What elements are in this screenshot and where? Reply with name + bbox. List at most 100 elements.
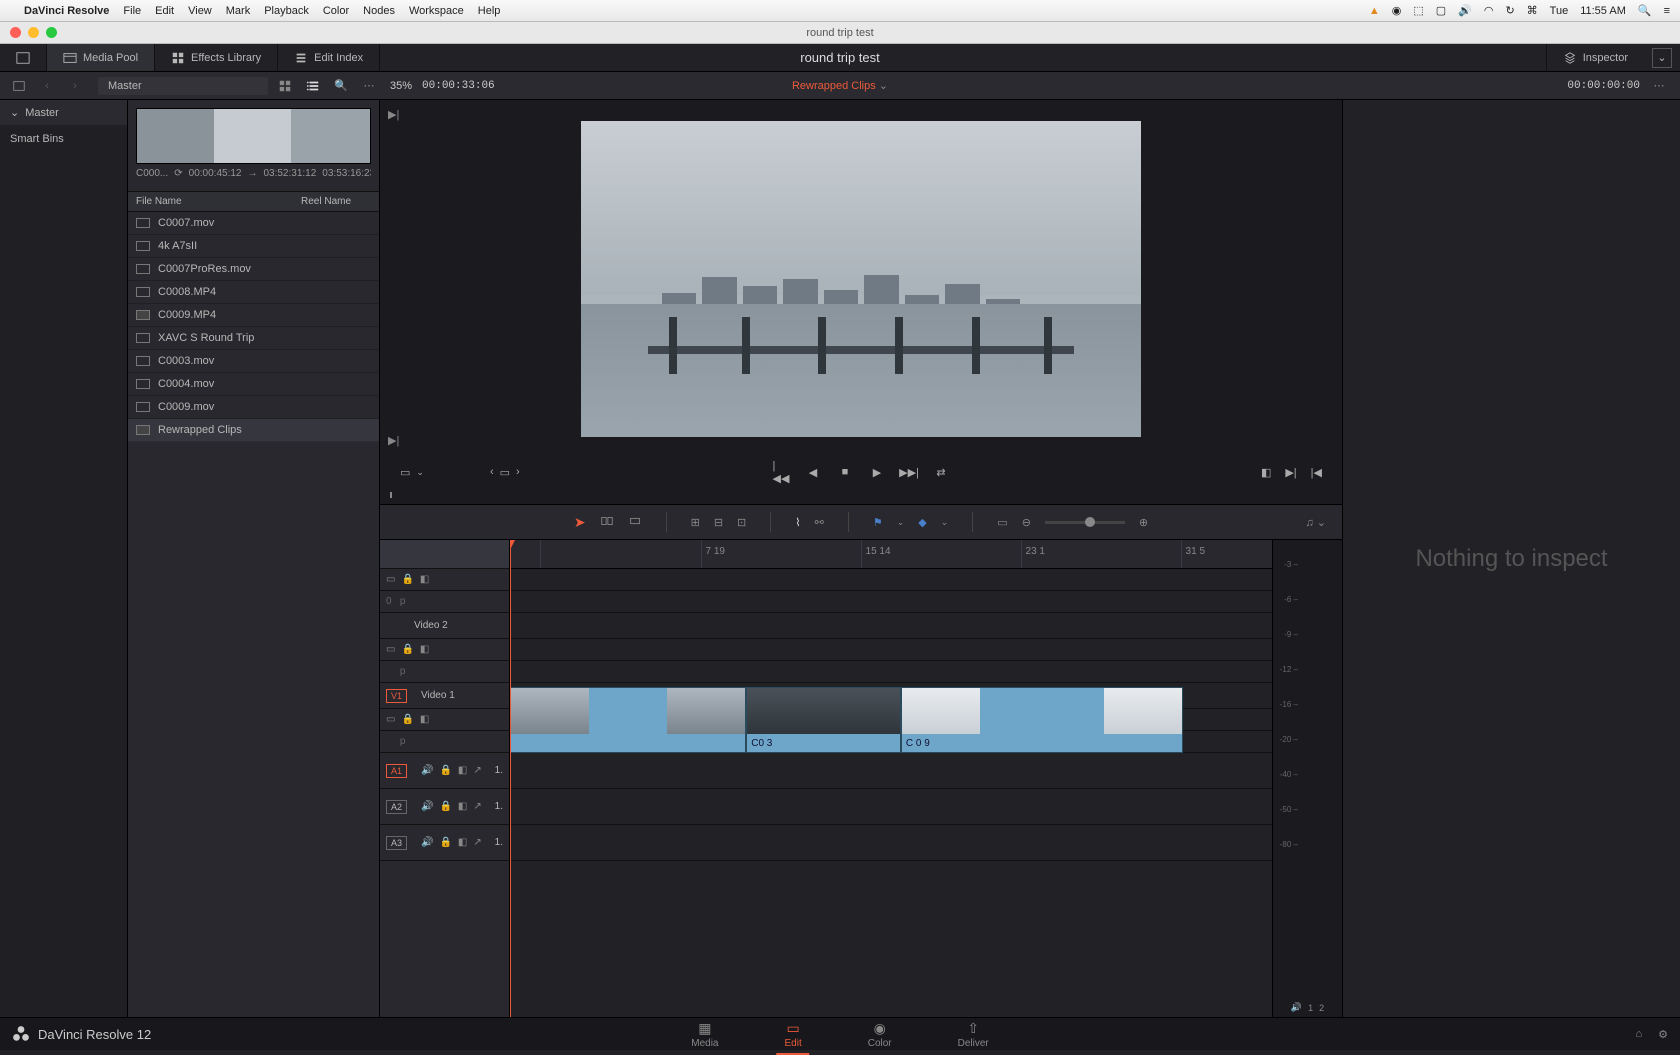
search-icon[interactable]: 🔍	[330, 75, 352, 97]
flag-icon[interactable]: ⚑	[873, 516, 883, 529]
viewer[interactable]	[581, 121, 1141, 437]
viewer-more-icon[interactable]: ⋯	[1648, 75, 1670, 97]
nav-fwd[interactable]: ›	[64, 75, 86, 97]
loop-button[interactable]: ⇄	[933, 464, 949, 480]
master-bin[interactable]: ⌄Master	[0, 100, 127, 125]
menu-nodes[interactable]: Nodes	[363, 5, 395, 17]
view-options-icon[interactable]: ▭	[997, 516, 1007, 529]
menu-view[interactable]: View	[188, 5, 212, 17]
menubar-time[interactable]: 11:55 AM	[1580, 5, 1626, 17]
clip-row[interactable]: C0009.MP4	[128, 304, 379, 327]
bluetooth-icon[interactable]: ⌘	[1527, 4, 1538, 17]
playhead[interactable]	[510, 540, 511, 1017]
col-reelname[interactable]: Reel Name	[301, 196, 351, 207]
clip-row[interactable]: C0003.mov	[128, 350, 379, 373]
home-icon[interactable]: ⌂	[1635, 1028, 1642, 1041]
clip-row[interactable]: 4k A7sII	[128, 235, 379, 258]
wifi-icon[interactable]: ◠	[1484, 4, 1494, 17]
grid-view-icon[interactable]	[274, 75, 296, 97]
nvidia-icon[interactable]: ◉	[1392, 4, 1402, 17]
smart-bins[interactable]: Smart Bins	[0, 125, 127, 153]
inspector-toggle[interactable]: Inspector	[1546, 44, 1644, 71]
timemachine-icon[interactable]: ↻	[1505, 4, 1514, 17]
menu-icon[interactable]: ≡	[1664, 5, 1670, 17]
page-tab-media[interactable]: ▦Media	[683, 1018, 726, 1051]
page-tab-edit[interactable]: ▭Edit	[776, 1018, 809, 1051]
menu-help[interactable]: Help	[478, 5, 501, 17]
timeline-clip[interactable]: C 0 9	[901, 687, 1183, 753]
track-badge-v1[interactable]: V1	[386, 689, 407, 703]
clip-row[interactable]: C0007.mov	[128, 212, 379, 235]
jump-last-icon[interactable]: ▶|	[388, 434, 404, 450]
page-tab-color[interactable]: ◉Color	[860, 1018, 900, 1051]
col-filename[interactable]: File Name	[136, 196, 301, 207]
chain-icon[interactable]: ⚯	[815, 516, 824, 529]
lock-icon[interactable]: 🔒	[401, 574, 413, 585]
more-icon[interactable]: ⋯	[358, 75, 380, 97]
trim-tool-icon[interactable]	[600, 514, 614, 531]
timeline-ruler[interactable]: 7 1915 1423 131 5	[510, 540, 1272, 569]
match-frame-icon[interactable]: ▭	[500, 466, 510, 479]
play-button[interactable]: ▶	[869, 464, 885, 480]
clip-row[interactable]: C0007ProRes.mov	[128, 258, 379, 281]
vlc-icon[interactable]: ▲	[1369, 5, 1380, 17]
timeline-clip[interactable]: C0 3	[746, 687, 901, 753]
dropbox-icon[interactable]: ⬚	[1413, 4, 1423, 17]
blade-tool-icon[interactable]	[628, 514, 642, 531]
zoom-level[interactable]: 35%	[390, 80, 412, 92]
menu-mark[interactable]: Mark	[226, 5, 250, 17]
marker-icon[interactable]: ◆	[918, 516, 926, 529]
volume-icon[interactable]: 🔊	[1458, 4, 1472, 17]
display-icon[interactable]: ▢	[1436, 4, 1446, 17]
track-label-v2[interactable]: Video 2	[414, 620, 448, 631]
clip-row[interactable]: C0008.MP4	[128, 281, 379, 304]
prev-clip-button[interactable]: |◀◀	[773, 464, 789, 480]
overwrite-clip-icon[interactable]: ⊟	[714, 516, 723, 529]
menu-file[interactable]: File	[123, 5, 141, 17]
clip-thumbnail[interactable]	[136, 108, 371, 164]
clip-row[interactable]: C0009.mov	[128, 396, 379, 419]
audio-options-icon[interactable]: ♫ ⌄	[1305, 516, 1326, 529]
replace-clip-icon[interactable]: ⊡	[737, 516, 746, 529]
next-clip-button[interactable]: ▶▶|	[901, 464, 917, 480]
app-name[interactable]: DaVinci Resolve	[24, 5, 109, 17]
maximize-window[interactable]	[46, 27, 57, 38]
zoom-in-icon[interactable]: ⊕	[1139, 516, 1148, 529]
spotlight-icon[interactable]: 🔍	[1638, 4, 1652, 17]
page-tab-deliver[interactable]: ⇧Deliver	[950, 1018, 997, 1051]
play-reverse-button[interactable]: ◀	[805, 464, 821, 480]
bin-view-icon[interactable]	[8, 75, 30, 97]
track-label-v1[interactable]: Video 1	[421, 690, 455, 701]
insert-clip-icon[interactable]: ⊞	[691, 516, 700, 529]
close-window[interactable]	[10, 27, 21, 38]
clip-row[interactable]: Rewrapped Clips	[128, 419, 379, 442]
effects-library-toggle[interactable]: Effects Library	[155, 44, 278, 71]
go-out-button[interactable]: |◀	[1311, 466, 1322, 479]
stop-button[interactable]: ■	[837, 464, 853, 480]
minimize-window[interactable]	[28, 27, 39, 38]
jump-first-icon[interactable]: ▶|	[388, 108, 404, 124]
layout-button[interactable]	[0, 44, 47, 71]
zoom-slider[interactable]	[1045, 521, 1125, 524]
track-badge-a2[interactable]: A2	[386, 800, 407, 814]
list-view-icon[interactable]	[302, 75, 324, 97]
mute-icon[interactable]: 🔊	[421, 765, 433, 776]
menu-color[interactable]: Color	[323, 5, 349, 17]
track-enable-icon[interactable]: ▭	[386, 574, 395, 585]
settings-icon[interactable]: ⚙	[1658, 1028, 1668, 1041]
breadcrumb[interactable]: Master	[98, 77, 268, 95]
edit-index-toggle[interactable]: Edit Index	[278, 44, 380, 71]
track-badge-a1[interactable]: A1	[386, 764, 407, 778]
clip-row[interactable]: C0004.mov	[128, 373, 379, 396]
menu-playback[interactable]: Playback	[264, 5, 309, 17]
nav-back[interactable]: ‹	[36, 75, 58, 97]
jog-bar[interactable]	[380, 486, 1342, 504]
link-icon[interactable]: ⌇	[795, 516, 800, 529]
go-in-button[interactable]: ▶|	[1285, 466, 1296, 479]
meter-audio-icon[interactable]: 🔊	[1291, 1002, 1302, 1013]
media-pool-toggle[interactable]: Media Pool	[47, 44, 155, 71]
selection-tool[interactable]: ➤	[574, 514, 586, 531]
timeline-name[interactable]: Rewrapped Clips ⌄	[792, 79, 888, 92]
expand-inspector[interactable]: ⌄	[1652, 48, 1672, 68]
track-badge-a3[interactable]: A3	[386, 836, 407, 850]
